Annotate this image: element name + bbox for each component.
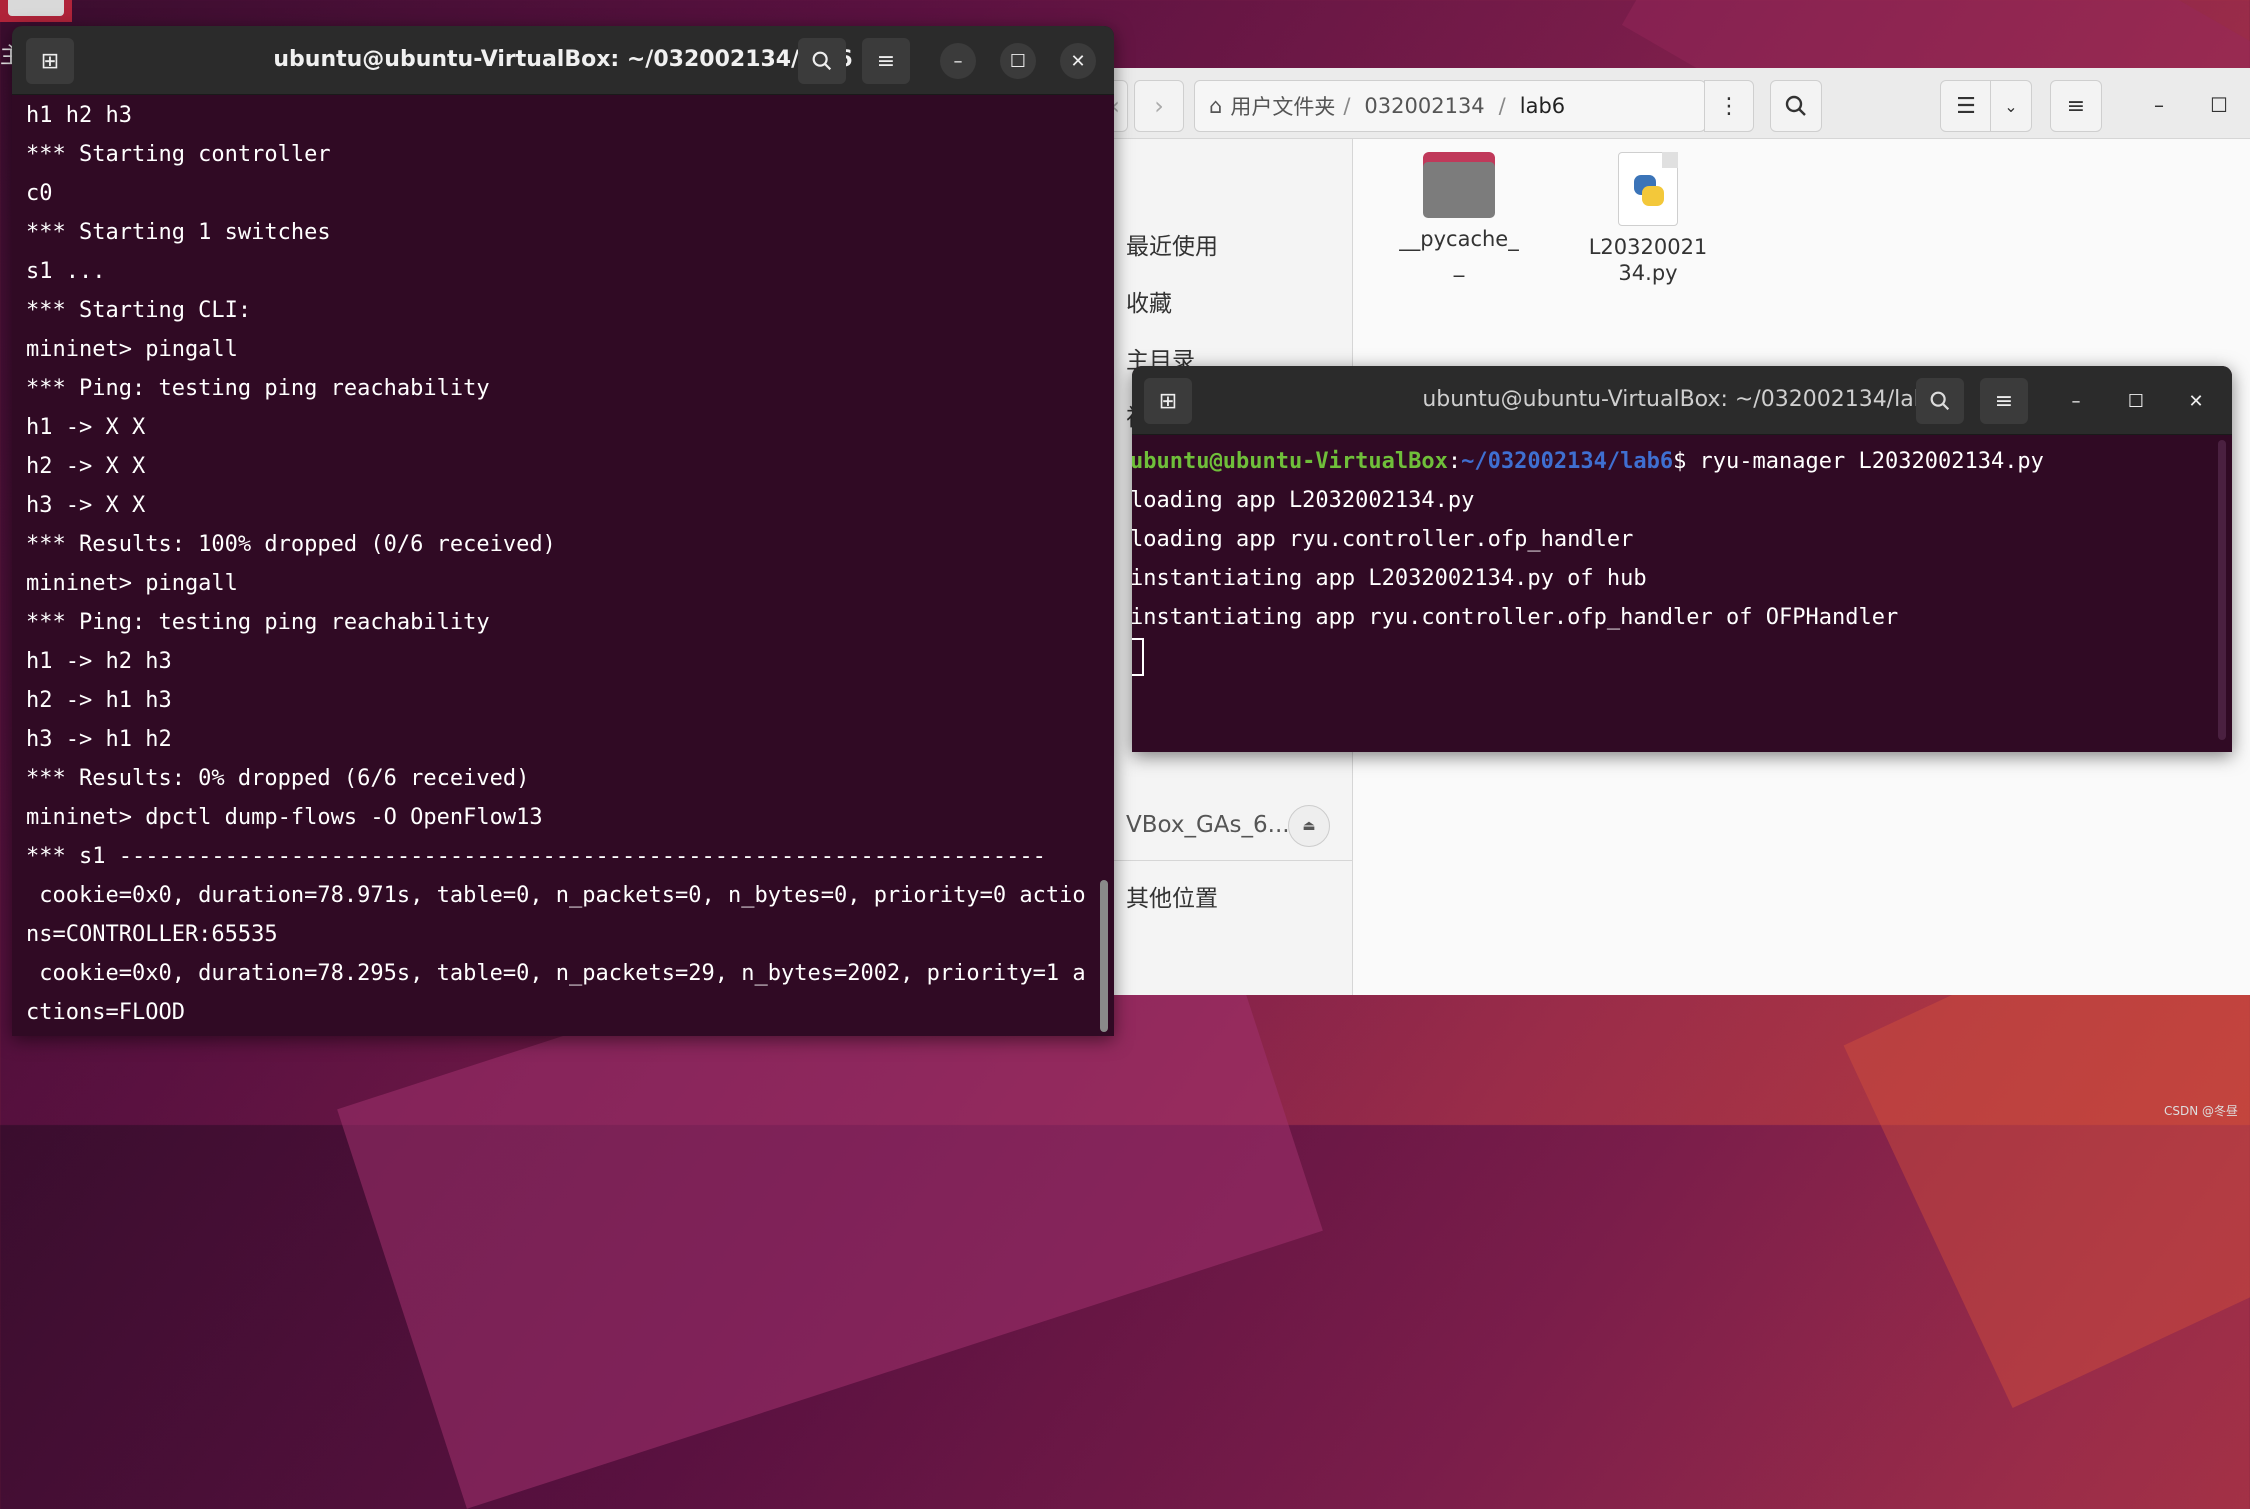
terminal-line: h2 -> X X <box>26 454 146 479</box>
prompt-user: ubuntu@ubuntu-VirtualBox <box>1132 449 1448 474</box>
path-separator: / <box>1343 94 1351 118</box>
terminal-menu-button[interactable]: ≡ <box>862 38 910 84</box>
prompt-colon: : <box>1447 449 1462 474</box>
terminal-line: loading app L2032002134.py <box>1132 488 1475 513</box>
kebab-icon: ⋮ <box>1718 93 1740 119</box>
file-name: _ <box>1453 253 1465 277</box>
minimize-button[interactable]: – <box>940 43 976 79</box>
path-menu-button[interactable]: ⋮ <box>1704 80 1754 132</box>
hamburger-icon: ≡ <box>1994 388 2014 414</box>
files-headerbar: ‹ › ⌂ 用户文件夹 / 032002134 / lab6 ⋮ ☰ ⌄ ≡ –… <box>1102 68 2250 139</box>
list-view-button[interactable]: ☰ <box>1940 80 1992 132</box>
maximize-button[interactable]: ☐ <box>2198 84 2240 126</box>
terminal-output[interactable]: h1 h2 h3 *** Starting controller c0 *** … <box>26 96 1092 1032</box>
sidebar-item-vbox-gas[interactable]: VBox_GAs_6.... <box>1126 812 1297 838</box>
scrollbar[interactable] <box>2218 440 2226 740</box>
desktop-app-tab[interactable] <box>0 0 72 22</box>
terminal-line: h2 -> h1 h3 <box>26 688 172 713</box>
terminal-line: mininet> dpctl dump-flows -O OpenFlow13 <box>26 805 543 830</box>
terminal-line: *** Ping: testing ping reachability <box>26 610 490 635</box>
python-file-icon <box>1618 152 1678 226</box>
terminal-search-button[interactable] <box>798 38 846 84</box>
path-separator: / <box>1498 94 1506 118</box>
hamburger-icon: ≡ <box>876 48 896 74</box>
terminal-line: loading app ryu.controller.ofp_handler <box>1132 527 1634 552</box>
terminal-headerbar: ⊞ ubuntu@ubuntu-VirtualBox: ~/032002134/… <box>1132 366 2232 435</box>
maximize-button[interactable]: ☐ <box>2118 383 2154 419</box>
terminal-line: c0 <box>26 181 53 206</box>
view-options-button[interactable]: ⌄ <box>1990 80 2032 132</box>
terminal-line: h1 -> X X <box>26 415 146 440</box>
prompt-path: ~/032002134/lab6 <box>1461 449 1674 474</box>
terminal-line: h3 -> h1 h2 <box>26 727 172 752</box>
search-icon <box>1785 95 1806 116</box>
terminal-line: cookie=0x0, duration=78.971s, table=0, n… <box>26 883 1086 908</box>
file-name: 34.py <box>1618 261 1678 285</box>
path-bar: ⌂ 用户文件夹 / 032002134 / lab6 <box>1194 80 1706 132</box>
terminal-line: *** Results: 100% dropped (0/6 received) <box>26 532 556 557</box>
path-segment[interactable]: 032002134 <box>1364 94 1484 118</box>
terminal-line: cookie=0x0, duration=78.295s, table=0, n… <box>26 961 1086 986</box>
path-current[interactable]: lab6 <box>1520 94 1565 118</box>
file-item-pycache[interactable]: __pycache_ _ <box>1384 152 1534 278</box>
main-menu-button[interactable]: ≡ <box>2050 80 2102 132</box>
terminal-line: mininet> pingall <box>26 571 238 596</box>
search-icon <box>812 51 832 71</box>
sidebar-item-recent[interactable]: 最近使用 <box>1126 227 1218 261</box>
terminal-cursor-line <box>1132 637 2210 676</box>
terminal-line: *** Starting controller <box>26 142 331 167</box>
terminal-line: *** Results: 0% dropped (6/6 received) <box>26 766 530 791</box>
folder-icon <box>1423 152 1495 218</box>
terminal-window-mininet: ⊞ ubuntu@ubuntu-VirtualBox: ~/032002134/… <box>12 26 1114 1036</box>
terminal-cursor <box>1132 638 1144 676</box>
terminal-output[interactable]: ubuntu@ubuntu-VirtualBox:~/032002134/lab… <box>1132 442 2210 676</box>
path-home[interactable]: 用户文件夹 <box>1230 91 1335 121</box>
terminal-line: *** s1 ---------------------------------… <box>26 844 1046 869</box>
terminal-line: instantiating app ryu.controller.ofp_han… <box>1132 605 1899 630</box>
file-name: __pycache_ <box>1399 227 1519 251</box>
terminal-line: ctions=FLOOD <box>26 1000 185 1025</box>
hamburger-icon: ≡ <box>2066 93 2086 119</box>
sidebar-item-other-locations[interactable]: 其他位置 <box>1126 879 1218 913</box>
maximize-button[interactable]: ☐ <box>1000 43 1036 79</box>
file-name: L20320021 <box>1588 235 1708 259</box>
close-button[interactable]: ✕ <box>2178 383 2214 419</box>
minimize-button[interactable]: – <box>2138 84 2180 126</box>
terminal-search-button[interactable] <box>1916 378 1964 424</box>
prompt-command: $ ryu-manager L2032002134.py <box>1673 449 2044 474</box>
terminal-line: h3 -> X X <box>26 493 146 518</box>
scrollbar[interactable] <box>1100 880 1108 1032</box>
watermark: CSDN @冬昼 <box>2163 1104 2238 1118</box>
terminal-line: h1 h2 h3 <box>26 103 132 128</box>
terminal-headerbar: ⊞ ubuntu@ubuntu-VirtualBox: ~/032002134/… <box>12 26 1114 95</box>
terminal-prompt-line: ubuntu@ubuntu-VirtualBox:~/032002134/lab… <box>1132 442 2210 481</box>
terminal-line: h1 -> h2 h3 <box>26 649 172 674</box>
terminal-line: ns=CONTROLLER:65535 <box>26 922 278 947</box>
eject-icon[interactable]: ⏏ <box>1288 805 1330 847</box>
sidebar-item-starred[interactable]: 收藏 <box>1126 284 1172 318</box>
home-icon: ⌂ <box>1209 94 1223 118</box>
terminal-menu-button[interactable]: ≡ <box>1980 378 2028 424</box>
terminal-window-ryu: ⊞ ubuntu@ubuntu-VirtualBox: ~/032002134/… <box>1132 366 2232 752</box>
file-item-python[interactable]: L20320021 34.py <box>1578 152 1718 286</box>
terminal-line: s1 ... <box>26 259 106 284</box>
forward-button[interactable]: › <box>1134 80 1184 132</box>
sidebar-divider <box>1112 860 1352 861</box>
search-icon <box>1930 391 1950 411</box>
terminal-line: instantiating app L2032002134.py of hub <box>1132 566 1647 591</box>
terminal-line: mininet> pingall <box>26 337 238 362</box>
terminal-line: *** Starting CLI: <box>26 298 252 323</box>
terminal-line: *** Ping: testing ping reachability <box>26 376 490 401</box>
search-button[interactable] <box>1770 80 1822 132</box>
minimize-button[interactable]: – <box>2058 383 2094 419</box>
terminal-line: *** Starting 1 switches <box>26 220 331 245</box>
chevron-down-icon: ⌄ <box>2004 96 2018 116</box>
close-button[interactable]: ✕ <box>1060 43 1096 79</box>
list-view-icon: ☰ <box>1956 93 1976 119</box>
